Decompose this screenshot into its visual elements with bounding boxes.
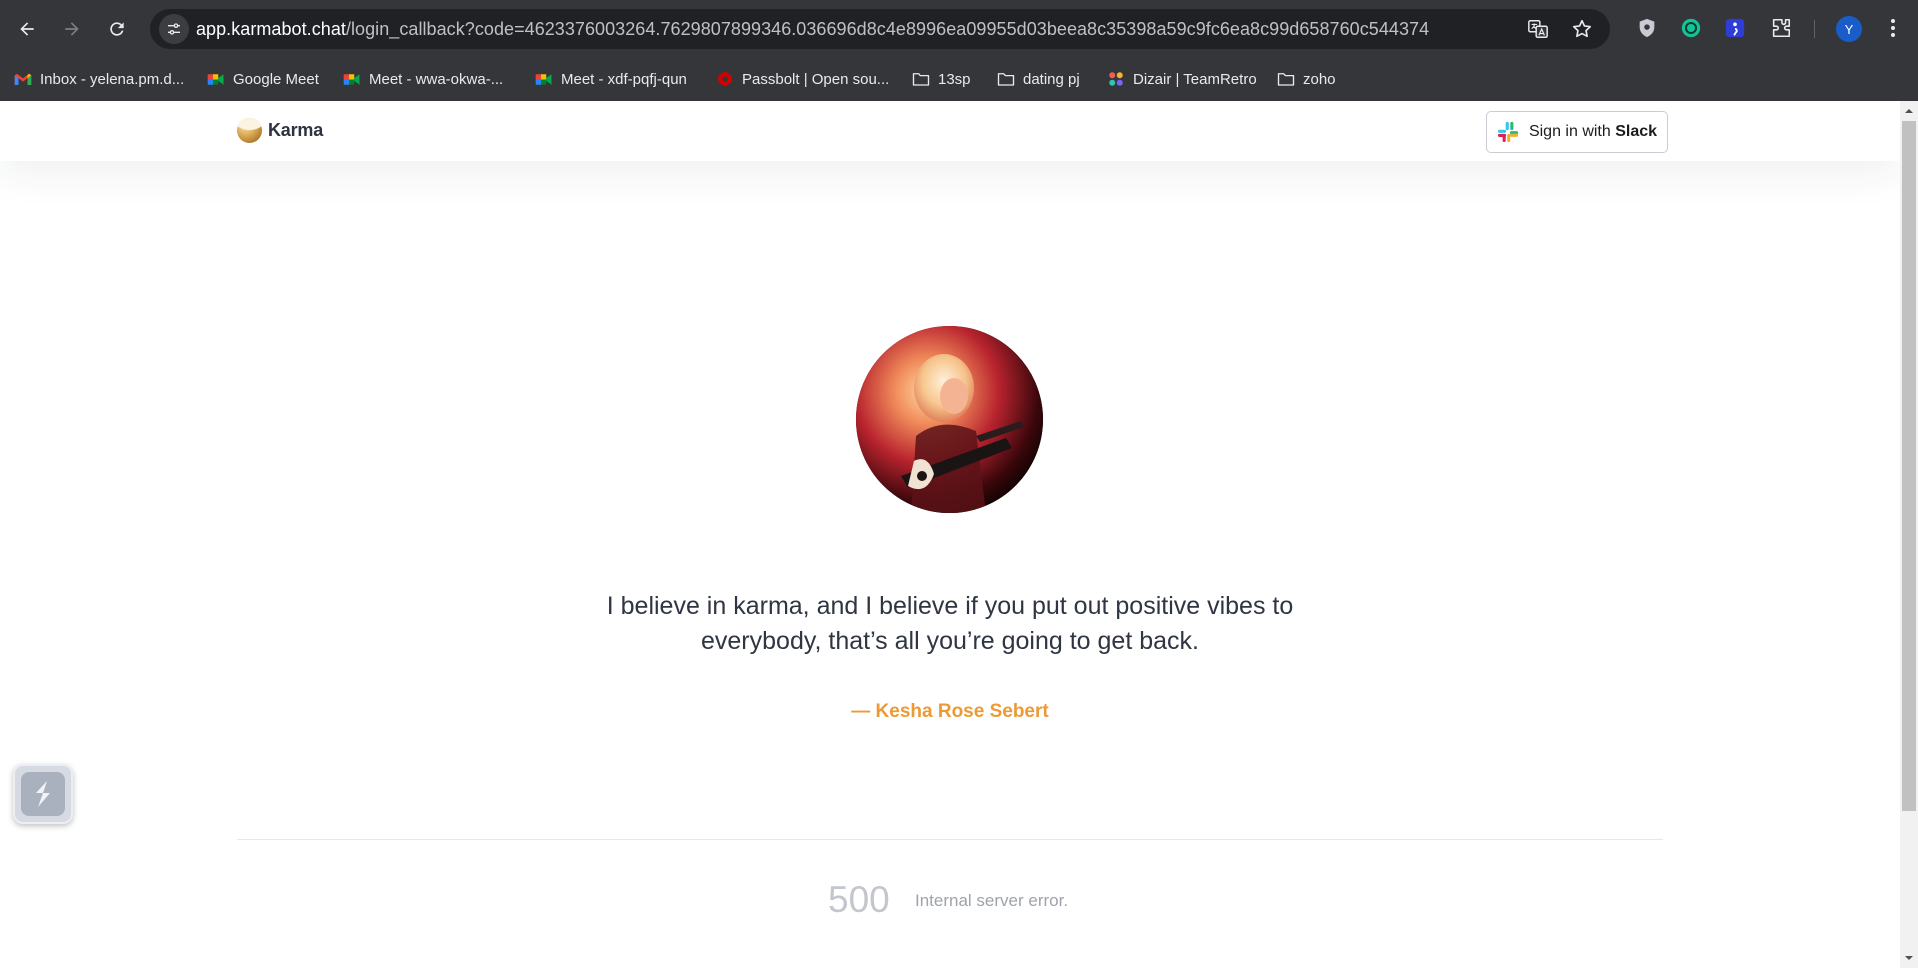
bookmark-meet-wwa[interactable]: Meet - wwa-okwa-...: [343, 68, 503, 90]
teamretro-icon: [1107, 70, 1125, 88]
bookmark-label: dating pj: [1023, 70, 1080, 88]
bookmark-label: Meet - wwa-okwa-...: [369, 70, 504, 88]
bookmark-label: Dizair | TeamRetro: [1133, 70, 1257, 88]
toolbar-divider: [1814, 20, 1815, 38]
bookmark-folder-13sp[interactable]: 13sp: [912, 68, 971, 90]
bookmark-label: Passbolt | Open sou...: [742, 70, 890, 88]
bookmarks-bar: Inbox - yelena.pm.d... Google Meet Meet …: [0, 58, 1918, 101]
gmail-icon: [14, 70, 32, 88]
bookmark-folder-dating-pj[interactable]: dating pj: [997, 68, 1080, 90]
address-bar[interactable]: app.karmabot.chat/login_callback?code=46…: [150, 9, 1610, 49]
url-path: /login_callback?code=4623376003264.76298…: [345, 19, 1430, 39]
sign-in-brand: Slack: [1615, 123, 1658, 140]
reload-icon: [110, 22, 124, 36]
folder-icon: [1277, 70, 1295, 88]
karma-logo[interactable]: Karma: [237, 118, 323, 143]
sign-in-with-slack-button[interactable]: Sign in with Slack: [1486, 111, 1668, 153]
site-header: Karma Sign in with Slack: [0, 101, 1900, 161]
floating-extension-widget[interactable]: [13, 764, 73, 824]
meet-icon: [343, 70, 361, 88]
url-text[interactable]: app.karmabot.chat/login_callback?code=46…: [196, 19, 1429, 40]
bookmark-folder-zoho[interactable]: zoho: [1277, 68, 1336, 90]
bookmark-passbolt[interactable]: Passbolt | Open sou...: [716, 68, 889, 90]
quote-line-1: I believe in karma, and I believe if you…: [606, 592, 1294, 620]
reload-button[interactable]: [100, 12, 134, 46]
extensions-puzzle-icon[interactable]: [1768, 15, 1794, 41]
karma-quote: I believe in karma, and I believe if you…: [560, 589, 1340, 659]
scroll-down-arrow-icon[interactable]: [1904, 953, 1914, 963]
bookmark-label: Inbox - yelena.pm.d...: [40, 70, 185, 88]
sign-in-label: Sign in with Slack: [1529, 123, 1657, 141]
grammarly-extension-icon[interactable]: [1678, 15, 1704, 41]
bookmark-meet-xdf[interactable]: Meet - xdf-pqfj-qun: [535, 68, 687, 90]
bookmark-gmail[interactable]: Inbox - yelena.pm.d...: [14, 68, 184, 90]
browser-toolbar: app.karmabot.chat/login_callback?code=46…: [0, 0, 1918, 58]
meet-icon: [535, 70, 553, 88]
browser-chrome: app.karmabot.chat/login_callback?code=46…: [0, 0, 1918, 101]
forward-button[interactable]: [55, 12, 89, 46]
bookmark-star-icon[interactable]: [1570, 17, 1594, 41]
page-scrollbar[interactable]: [1900, 101, 1918, 968]
url-host: app.karmabot.chat: [196, 19, 346, 39]
translate-icon[interactable]: [1526, 17, 1550, 41]
back-button[interactable]: [10, 12, 44, 46]
karma-logo-icon: [237, 118, 262, 143]
error-code: 500: [828, 879, 890, 920]
page-content: Karma Sign in with Slack I believe in ka…: [0, 101, 1900, 968]
quote-author-photo: [856, 326, 1043, 513]
arrow-left-icon: [20, 22, 34, 36]
error-message: Internal server error.: [915, 891, 1069, 910]
footer-divider: [237, 839, 1663, 840]
meet-icon: [207, 70, 225, 88]
site-settings-icon[interactable]: [159, 14, 189, 44]
semicolon-extension-icon[interactable]: [1722, 15, 1748, 41]
sign-in-prefix: Sign in with: [1528, 123, 1611, 140]
shield-extension-icon[interactable]: [1634, 15, 1660, 41]
passbolt-icon: [716, 70, 734, 88]
folder-icon: [912, 70, 930, 88]
bookmark-teamretro[interactable]: Dizair | TeamRetro: [1107, 68, 1257, 90]
quote-author: — Kesha Rose Sebert: [851, 701, 1049, 722]
bookmark-label: zoho: [1303, 70, 1336, 88]
bookmark-label: Meet - xdf-pqfj-qun: [561, 70, 687, 88]
arrow-right-icon: [65, 22, 79, 36]
logo-text: Karma: [268, 120, 324, 140]
bookmark-label: Google Meet: [233, 70, 319, 88]
slack-icon: [1497, 121, 1519, 143]
folder-icon: [997, 70, 1015, 88]
lightning-icon: [21, 772, 65, 816]
bookmark-google-meet[interactable]: Google Meet: [207, 68, 319, 90]
bookmark-label: 13sp: [938, 70, 971, 88]
kebab-menu-icon[interactable]: [1880, 15, 1906, 41]
scroll-thumb[interactable]: [1902, 121, 1916, 811]
profile-avatar[interactable]: Y: [1836, 16, 1862, 42]
scroll-up-arrow-icon[interactable]: [1904, 106, 1914, 116]
quote-line-2: everybody, that’s all you’re going to ge…: [701, 627, 1199, 655]
